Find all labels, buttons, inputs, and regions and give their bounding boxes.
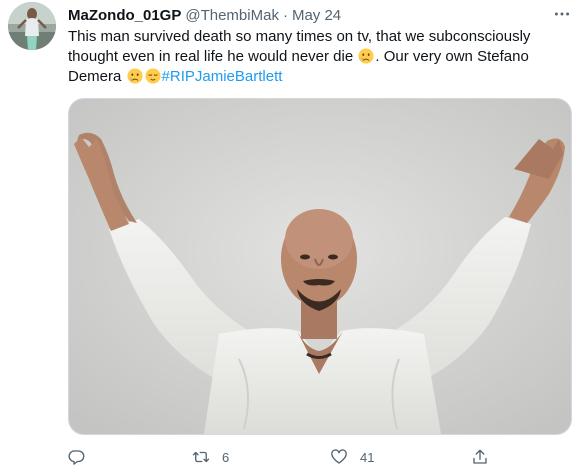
share-button[interactable] — [471, 447, 489, 467]
heart-icon — [331, 449, 347, 464]
tweet-text: This man survived death so many times on… — [68, 27, 568, 87]
separator-dot: · — [282, 6, 288, 24]
display-name[interactable]: MaZondo_01GP — [68, 7, 181, 24]
more-horizontal-icon — [554, 12, 570, 16]
tweet-text-line1: This man survived death so many times on… — [68, 28, 531, 45]
user-handle[interactable]: @ThembiMak — [185, 7, 279, 24]
avatar[interactable] — [8, 2, 56, 50]
photo-image — [69, 99, 571, 434]
retweet-icon — [192, 451, 210, 463]
tweet-header: MaZondo_01GP @ThembiMak · May 24 — [68, 5, 341, 25]
hashtag-link[interactable]: #RIPJamieBartlett — [162, 68, 283, 85]
share-icon — [473, 449, 487, 464]
tweet-date[interactable]: May 24 — [292, 7, 341, 24]
relieved-face-emoji — [144, 68, 161, 84]
tweet-media[interactable] — [68, 98, 572, 435]
like-count: 41 — [360, 449, 375, 465]
tweet-text-line3: . Our very own Stefano — [375, 48, 529, 65]
retweet-button[interactable]: 6 — [192, 447, 229, 467]
reply-button[interactable] — [68, 447, 86, 467]
tweet-text-line4: Demera — [68, 68, 122, 85]
crying-face-emoji — [358, 48, 374, 64]
more-options-button[interactable] — [551, 4, 573, 24]
reply-icon — [68, 450, 85, 465]
like-button[interactable]: 41 — [330, 447, 374, 467]
retweet-count: 6 — [222, 449, 230, 465]
tweet-actions: 6 41 — [68, 447, 498, 467]
crying-face-emoji — [126, 68, 143, 84]
tweet[interactable]: MaZondo_01GP @ThembiMak · May 24 This ma… — [0, 0, 585, 473]
tweet-text-line2: thought even in real life he would never… — [68, 48, 354, 65]
avatar-image — [8, 2, 56, 50]
